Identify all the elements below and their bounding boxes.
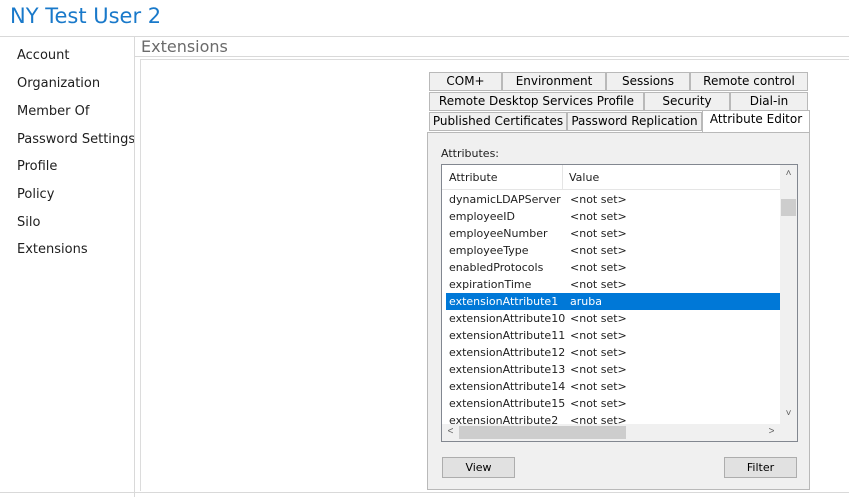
sidebar-item-profile[interactable]: Profile	[17, 159, 57, 174]
table-row[interactable]: extensionAttribute12 <not set>	[446, 344, 780, 361]
tab-published-certificates[interactable]: Published Certificates	[429, 112, 567, 131]
column-header-value[interactable]: Value	[569, 171, 599, 184]
filter-button[interactable]: Filter	[724, 457, 797, 478]
horizontal-scroll-thumb[interactable]	[459, 426, 626, 439]
attribute-value: <not set>	[570, 210, 627, 223]
listview-header: Attribute Value	[442, 165, 781, 190]
section-divider	[135, 56, 849, 57]
table-row[interactable]: enabledProtocols <not set>	[446, 259, 780, 276]
attribute-name: extensionAttribute10	[449, 312, 566, 325]
attribute-name: extensionAttribute13	[449, 363, 566, 376]
table-row[interactable]: extensionAttribute14 <not set>	[446, 378, 780, 395]
table-row[interactable]: dynamicLDAPServer <not set>	[446, 191, 780, 208]
attribute-value: <not set>	[570, 346, 627, 359]
sidebar-item-member-of[interactable]: Member Of	[17, 104, 89, 119]
horizontal-scrollbar[interactable]: ˂ ˃	[442, 424, 780, 441]
attribute-value: <not set>	[570, 312, 627, 325]
tab-com-plus[interactable]: COM+	[429, 72, 502, 91]
column-separator[interactable]	[562, 165, 563, 189]
attributes-label: Attributes:	[441, 147, 500, 160]
table-row[interactable]: expirationTime <not set>	[446, 276, 780, 293]
bottom-divider	[0, 492, 849, 493]
table-row[interactable]: employeeType <not set>	[446, 242, 780, 259]
table-row[interactable]: extensionAttribute11 <not set>	[446, 327, 780, 344]
scroll-down-icon[interactable]: ˅	[780, 408, 797, 419]
sidebar-item-extensions[interactable]: Extensions	[17, 242, 88, 257]
table-row[interactable]: extensionAttribute10 <not set>	[446, 310, 780, 327]
attribute-name: extensionAttribute15	[449, 397, 566, 410]
attribute-name: extensionAttribute12	[449, 346, 566, 359]
attribute-name: extensionAttribute1	[449, 295, 559, 308]
attribute-name: extensionAttribute11	[449, 329, 566, 342]
view-button[interactable]: View	[442, 457, 515, 478]
attribute-value: <not set>	[570, 329, 627, 342]
table-row[interactable]: employeeNumber <not set>	[446, 225, 780, 242]
attributes-listview[interactable]: Attribute Value dynamicLDAPServer <not s…	[441, 164, 798, 442]
column-header-attribute[interactable]: Attribute	[449, 171, 498, 184]
sidebar-nav: Account Organization Member Of Password …	[0, 37, 135, 497]
sidebar-item-policy[interactable]: Policy	[17, 187, 54, 202]
section-title: Extensions	[141, 37, 228, 56]
tab-remote-control[interactable]: Remote control	[690, 72, 808, 91]
attribute-value: <not set>	[570, 261, 627, 274]
attribute-name: employeeNumber	[449, 227, 548, 240]
tab-sessions[interactable]: Sessions	[606, 72, 690, 91]
attribute-name: employeeType	[449, 244, 529, 257]
sidebar-item-account[interactable]: Account	[17, 48, 70, 63]
attribute-value: <not set>	[570, 278, 627, 291]
attribute-value: <not set>	[570, 244, 627, 257]
tab-security[interactable]: Security	[644, 92, 730, 111]
tab-remote-desktop-services-profile[interactable]: Remote Desktop Services Profile	[429, 92, 644, 111]
attribute-name: extensionAttribute14	[449, 380, 566, 393]
sidebar-item-silo[interactable]: Silo	[17, 215, 40, 230]
tab-dial-in[interactable]: Dial-in	[730, 92, 808, 111]
vertical-scroll-thumb[interactable]	[781, 199, 796, 216]
attribute-value: <not set>	[570, 397, 627, 410]
window-title: NY Test User 2	[10, 4, 162, 28]
attribute-value: aruba	[570, 295, 602, 308]
attribute-name: enabledProtocols	[449, 261, 544, 274]
attribute-value: <not set>	[570, 363, 627, 376]
table-row[interactable]: employeeID <not set>	[446, 208, 780, 225]
scroll-up-icon[interactable]: ˄	[780, 168, 797, 179]
attribute-name: employeeID	[449, 210, 516, 223]
attribute-value: <not set>	[570, 193, 627, 206]
sidebar-divider	[134, 37, 135, 497]
attribute-value: <not set>	[570, 380, 627, 393]
table-row[interactable]: extensionAttribute13 <not set>	[446, 361, 780, 378]
table-row[interactable]: extensionAttribute15 <not set>	[446, 395, 780, 412]
scroll-left-icon[interactable]: ˂	[442, 426, 459, 437]
attribute-name: dynamicLDAPServer	[449, 193, 561, 206]
tab-password-replication[interactable]: Password Replication	[567, 112, 702, 131]
tab-environment[interactable]: Environment	[502, 72, 606, 91]
table-row-selected[interactable]: extensionAttribute1 aruba	[446, 293, 780, 310]
sidebar-item-organization[interactable]: Organization	[17, 76, 100, 91]
scrollbar-corner	[780, 424, 797, 441]
vertical-scrollbar[interactable]: ˄ ˅	[780, 165, 797, 424]
sidebar-item-password-settings[interactable]: Password Settings	[17, 132, 135, 147]
attribute-value: <not set>	[570, 227, 627, 240]
scroll-right-icon[interactable]: ˃	[763, 426, 780, 437]
tab-attribute-editor[interactable]: Attribute Editor	[702, 110, 810, 132]
attribute-name: expirationTime	[449, 278, 532, 291]
